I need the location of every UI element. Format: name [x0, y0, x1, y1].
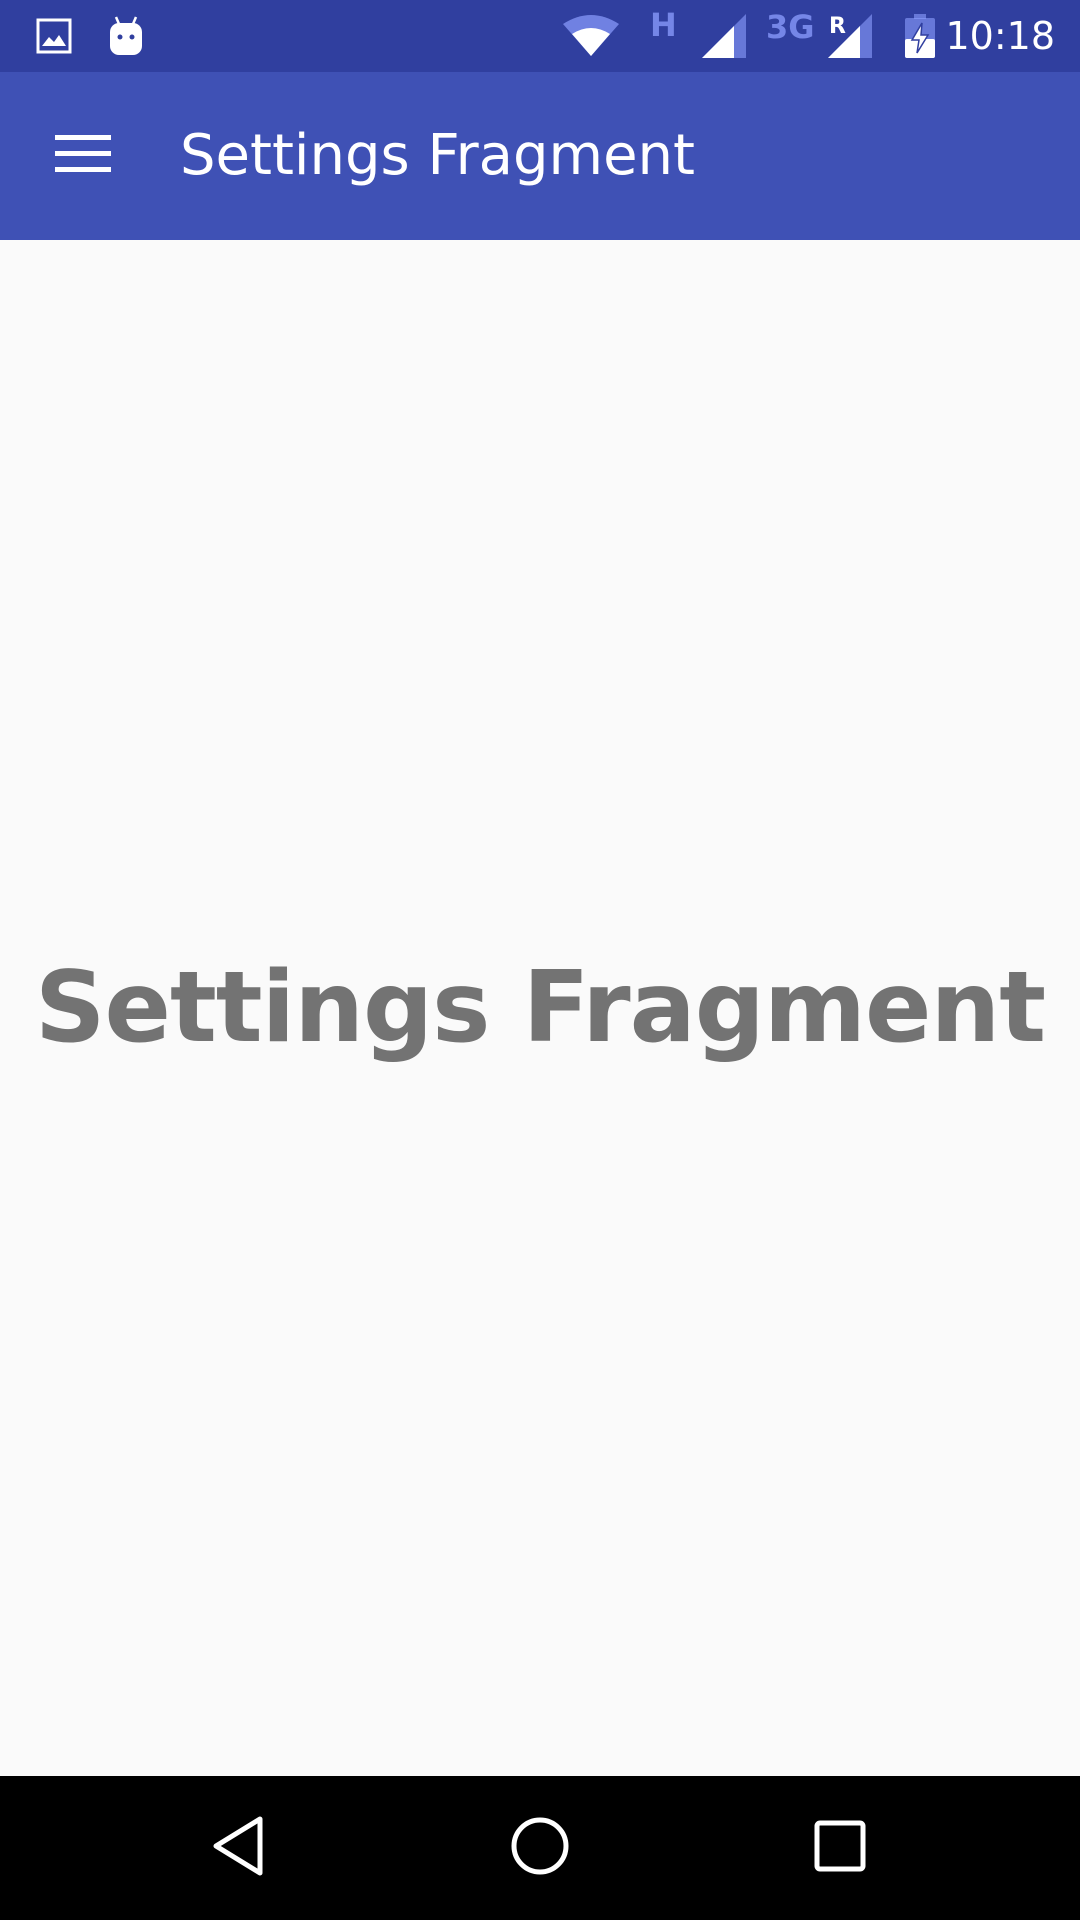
app-bar: Settings Fragment [0, 72, 1080, 240]
android-icon [106, 0, 146, 72]
status-bar: H 3G R 10:18 [0, 0, 1080, 72]
wifi-icon [562, 0, 620, 72]
home-button[interactable] [480, 1798, 600, 1898]
content-area: Settings Fragment [0, 240, 1080, 1776]
back-icon [210, 1815, 270, 1881]
network-type-3g: 3G [766, 8, 815, 46]
fragment-label: Settings Fragment [34, 951, 1046, 1065]
gallery-icon [36, 0, 72, 72]
recents-button[interactable] [780, 1798, 900, 1898]
navigation-bar [0, 1776, 1080, 1920]
page-title: Settings Fragment [180, 123, 695, 188]
status-time: 10:18 [945, 14, 1055, 58]
battery-charging-icon [904, 0, 936, 72]
home-icon [509, 1815, 571, 1881]
signal-icon [700, 0, 748, 72]
back-button[interactable] [180, 1798, 300, 1898]
hamburger-menu-icon [55, 133, 113, 179]
screen: H 3G R 10:18 Settings Fragment Settings … [0, 0, 1080, 1920]
network-type-h: H [650, 6, 677, 44]
signal-roaming-icon [826, 0, 874, 72]
recents-icon [813, 1819, 867, 1877]
menu-button[interactable] [30, 108, 138, 204]
